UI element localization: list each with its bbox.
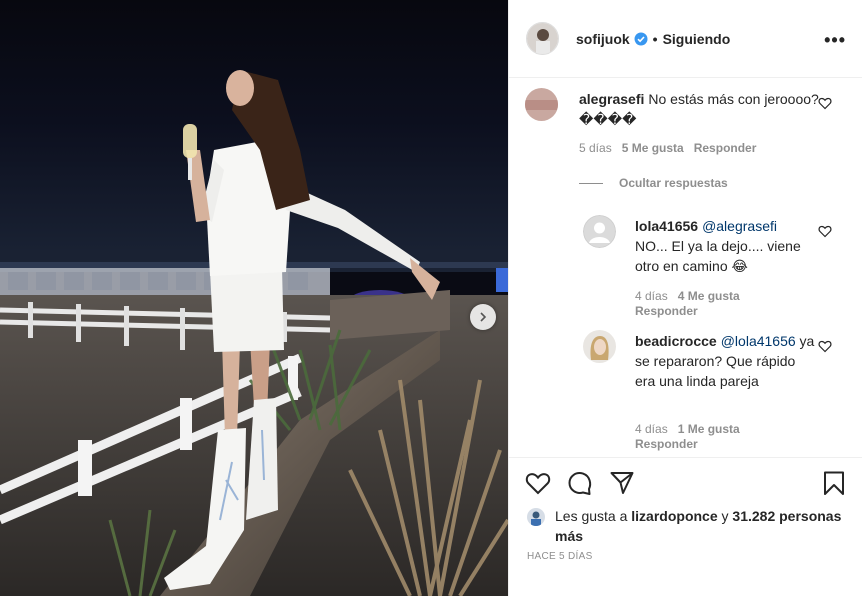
reply-text: NO... El ya la dejo.... viene otro en ca…	[635, 238, 801, 274]
likes-text: Les gusta a lizardoponce y 31.282 person…	[555, 506, 855, 546]
commenter-avatar-image	[525, 88, 558, 121]
comments-list[interactable]: alegrasefi No estás más con jeroooo? ����…	[509, 79, 862, 457]
post-header: sofijuok • Siguiendo •••	[509, 0, 862, 78]
reply-mention[interactable]: @lola41656	[721, 333, 796, 349]
likes-joiner: y	[721, 508, 729, 524]
comment-reply-button[interactable]: Responder	[694, 141, 757, 156]
chevron-right-icon	[480, 312, 487, 322]
comment-item	[525, 88, 558, 121]
reply-reply-row: Responder	[635, 437, 698, 452]
reply-likes-count[interactable]: 1 Me gusta	[678, 422, 740, 437]
reply-username[interactable]: lola41656	[635, 218, 698, 234]
hide-replies-line	[579, 182, 603, 184]
reply-username[interactable]: beadicrocce	[635, 333, 717, 349]
replier-avatar[interactable]	[583, 330, 616, 363]
reply-reply-row: Responder	[635, 304, 698, 319]
photo-illustration	[0, 0, 508, 596]
replier-avatar[interactable]	[583, 215, 616, 248]
reply-likes-count[interactable]: 4 Me gusta	[678, 289, 740, 304]
more-options-button[interactable]: •••	[824, 30, 846, 51]
comment-username[interactable]: alegrasefi	[579, 91, 644, 107]
default-avatar-icon	[583, 215, 616, 248]
hide-replies-toggle[interactable]: Ocultar respuestas	[579, 176, 728, 190]
comment-like-heart-icon[interactable]	[818, 96, 832, 110]
reply-age[interactable]: 4 días	[635, 289, 668, 304]
reply-item	[583, 215, 616, 248]
post-actions-section: Les gusta a lizardoponce y 31.282 person…	[509, 457, 862, 596]
reply-text-block: lola41656 @alegrasefi NO... El ya la dejo…	[635, 216, 813, 276]
reply-text-block: beadicrocce @lola41656 ya se repararon? Q…	[635, 331, 815, 391]
post-side-panel: sofijuok • Siguiendo ••• alegrasefi No es…	[508, 0, 862, 596]
save-bookmark-icon[interactable]	[821, 470, 847, 496]
post-photo[interactable]	[0, 0, 508, 596]
comment-likes-count[interactable]: 5 Me gusta	[622, 141, 684, 156]
reply-reply-button[interactable]: Responder	[635, 437, 698, 452]
likes-prefix: Les gusta a	[555, 508, 628, 524]
reply-like-heart-icon[interactable]	[818, 339, 832, 353]
comment-meta: 5 días 5 Me gusta Responder	[579, 141, 756, 156]
comment-bubble-icon[interactable]	[567, 470, 593, 496]
follow-status-button[interactable]: Siguiendo	[663, 31, 731, 47]
hide-replies-label: Ocultar respuestas	[619, 176, 728, 190]
liker-avatar-image	[527, 508, 545, 526]
liker-username[interactable]: lizardoponce	[631, 508, 717, 524]
reply-like-heart-icon[interactable]	[818, 224, 832, 238]
separator-dot: •	[652, 30, 658, 47]
author-username[interactable]: sofijuok	[576, 31, 630, 47]
liker-avatar[interactable]	[527, 508, 545, 526]
reply-meta: 4 días 1 Me gusta	[635, 422, 740, 437]
reply-meta: 4 días 4 Me gusta	[635, 289, 740, 304]
reply-reply-button[interactable]: Responder	[635, 304, 698, 319]
author-avatar[interactable]	[526, 22, 559, 55]
verified-badge-icon	[634, 32, 648, 45]
commenter-avatar[interactable]	[525, 88, 558, 121]
share-send-icon[interactable]	[609, 470, 635, 496]
comment-age[interactable]: 5 días	[579, 141, 612, 156]
post-timestamp[interactable]: HACE 5 DÍAS	[527, 551, 593, 562]
reply-mention[interactable]: @alegrasefi	[702, 218, 777, 234]
reply-item	[583, 330, 616, 363]
replier-avatar-image	[583, 330, 616, 363]
carousel-next-button[interactable]	[470, 304, 496, 330]
likes-summary: Les gusta a lizardoponce y 31.282 person…	[527, 506, 855, 546]
author-avatar-image	[527, 23, 558, 54]
comment-text-block: alegrasefi No estás más con jeroooo? ����	[579, 89, 819, 129]
like-heart-icon[interactable]	[525, 470, 551, 496]
reply-age[interactable]: 4 días	[635, 422, 668, 437]
